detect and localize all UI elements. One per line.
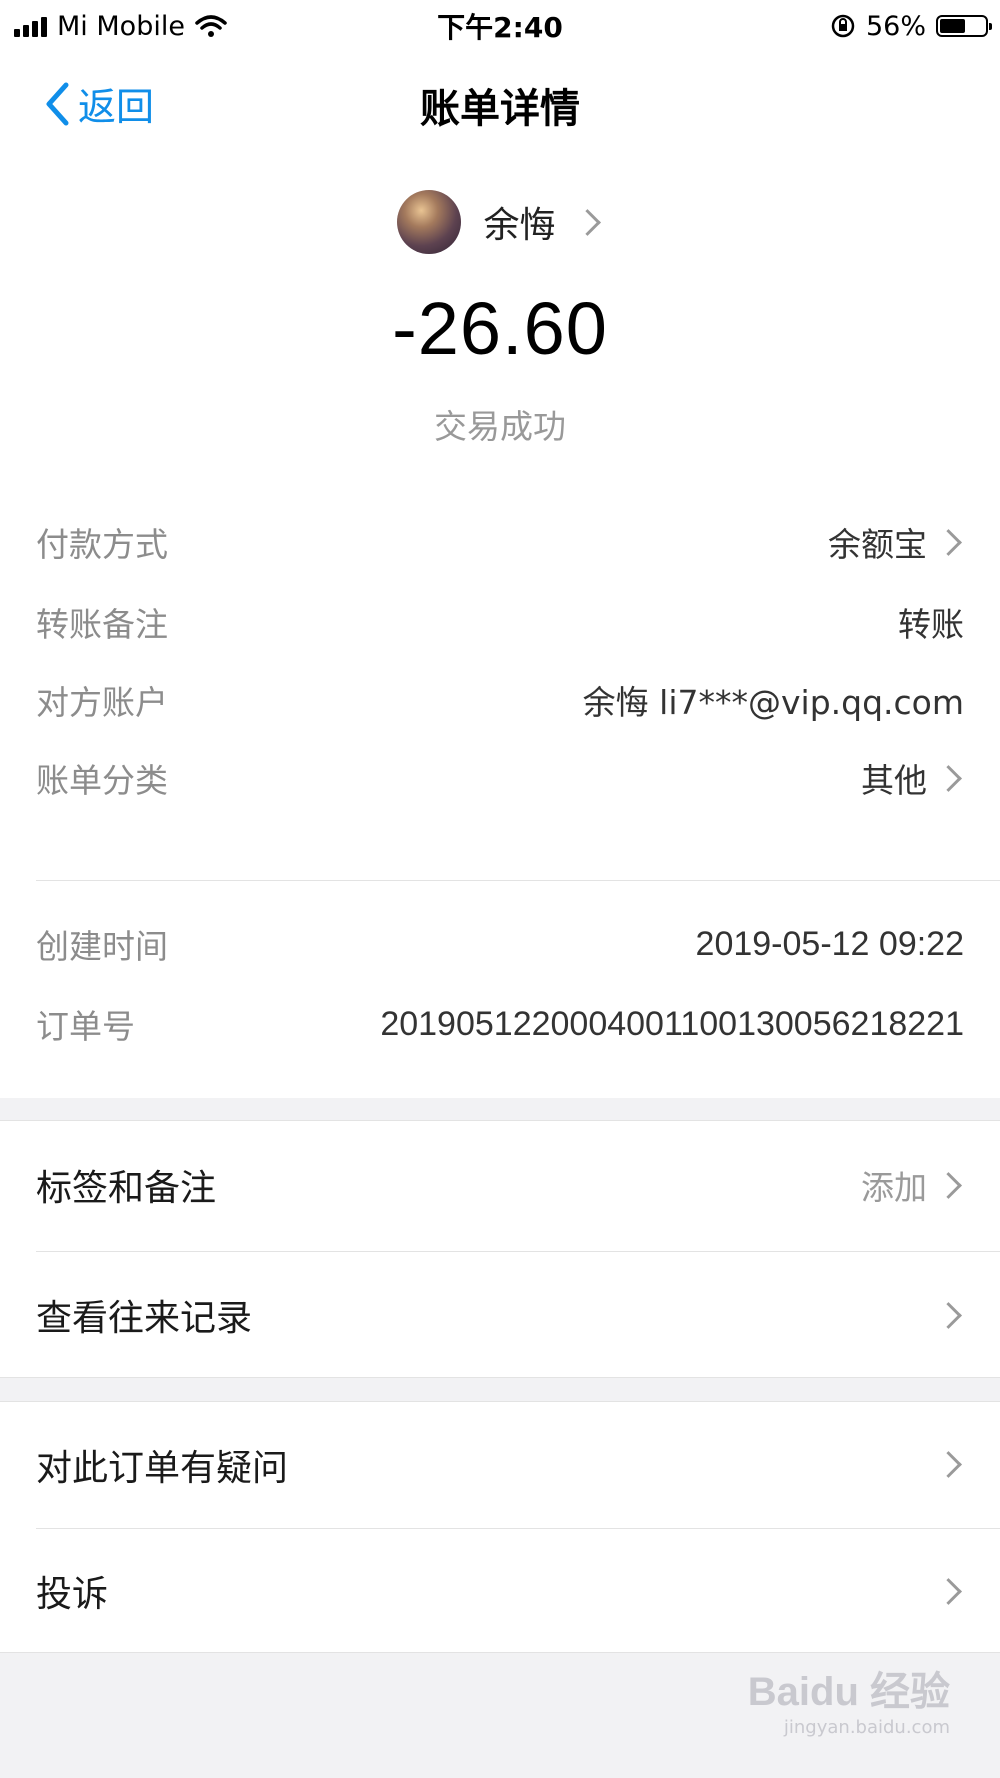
chevron-right-icon [935,1451,962,1478]
battery-icon [936,15,992,37]
detail-row-created-time: 创建时间 2019-05-12 09:22 [36,914,964,974]
battery-fill [940,19,965,33]
item-label: 查看往来记录 [36,1298,253,1339]
detail-label: 转账备注 [36,605,168,644]
detail-label: 账单分类 [36,761,168,800]
payee-link[interactable]: 余悔 [0,190,1000,254]
chevron-right-icon [935,1171,962,1199]
watermark-url: jingyan.baidu.com [783,1717,950,1738]
chevron-right-icon [935,528,962,556]
counterparty-value: 余悔 li7***@vip.qq.com [582,683,964,722]
chevron-right-icon [935,1577,962,1605]
item-label: 对此订单有疑问 [36,1447,289,1489]
view-history-item[interactable]: 查看往来记录 [36,1252,964,1378]
battery-percent: 56% [865,10,926,42]
add-label: 添加 [861,1168,927,1207]
detail-value: 余悔 li7***@vip.qq.com [583,676,964,724]
actions-section-1: 标签和备注 添加 查看往来记录 [0,1120,1000,1378]
actions-section-2: 对此订单有疑问 投诉 [0,1401,1000,1653]
detail-value: 其他 [861,754,964,802]
created-time-value: 2019-05-12 09:22 [695,924,964,963]
item-right: 添加 [861,1161,964,1209]
divider [36,880,1000,881]
detail-value: 余额宝 [828,518,964,566]
detail-value: 转账 [898,598,964,646]
order-number-value: 2019051220004001100130056218221 [380,1004,964,1043]
status-bar: Mi Mobile 下午2:40 56% [0,0,1000,52]
amount: -26.60 [392,287,608,370]
bill-header: 余悔 -26.60 交易成功 [0,152,1000,482]
detail-label: 订单号 [36,1007,135,1046]
status-badge: 交易成功 [434,407,566,446]
detail-label: 付款方式 [36,525,168,564]
detail-row-transfer-note: 转账备注 转账 [36,592,964,652]
detail-label: 对方账户 [36,683,168,722]
category-value: 其他 [861,761,927,800]
item-label: 标签和备注 [36,1168,217,1209]
tags-and-notes-item[interactable]: 标签和备注 添加 [36,1121,964,1249]
bill-details: 付款方式 余额宝 转账备注 转账 对方账户 余悔 li7***@vip.qq.c… [0,482,1000,1098]
order-question-item[interactable]: 对此订单有疑问 [36,1402,964,1527]
watermark-brand: Baidu 经验 [747,1670,950,1714]
payment-method-value: 余额宝 [828,525,927,564]
watermark: Baidu 经验 jingyan.baidu.com [748,1659,950,1738]
payee-name: 余悔 [483,205,556,246]
detail-value: 2019-05-12 09:22 [696,925,964,964]
detail-row-order-number: 订单号 2019051220004001100130056218221 [36,994,964,1054]
item-label: 投诉 [36,1574,109,1615]
status-right: 56% [830,4,992,48]
item-right [935,1301,964,1329]
detail-value: 2019051220004001100130056218221 [380,1005,964,1044]
chevron-right-icon [935,764,962,792]
detail-label: 创建时间 [36,927,168,966]
transfer-note-value: 转账 [898,605,964,644]
item-right [935,1577,964,1605]
detail-row-category[interactable]: 账单分类 其他 [36,748,964,808]
rotation-lock-icon [831,14,855,38]
page-title: 账单详情 [420,86,580,132]
item-right [935,1451,964,1478]
nav-bar: 返回 账单详情 [0,52,1000,152]
detail-row-counterparty: 对方账户 余悔 li7***@vip.qq.com [36,670,964,730]
complaint-item[interactable]: 投诉 [36,1529,964,1653]
chevron-right-icon [573,208,601,236]
detail-row-payment-method[interactable]: 付款方式 余额宝 [36,512,964,572]
avatar [397,190,462,254]
chevron-right-icon [935,1301,962,1329]
